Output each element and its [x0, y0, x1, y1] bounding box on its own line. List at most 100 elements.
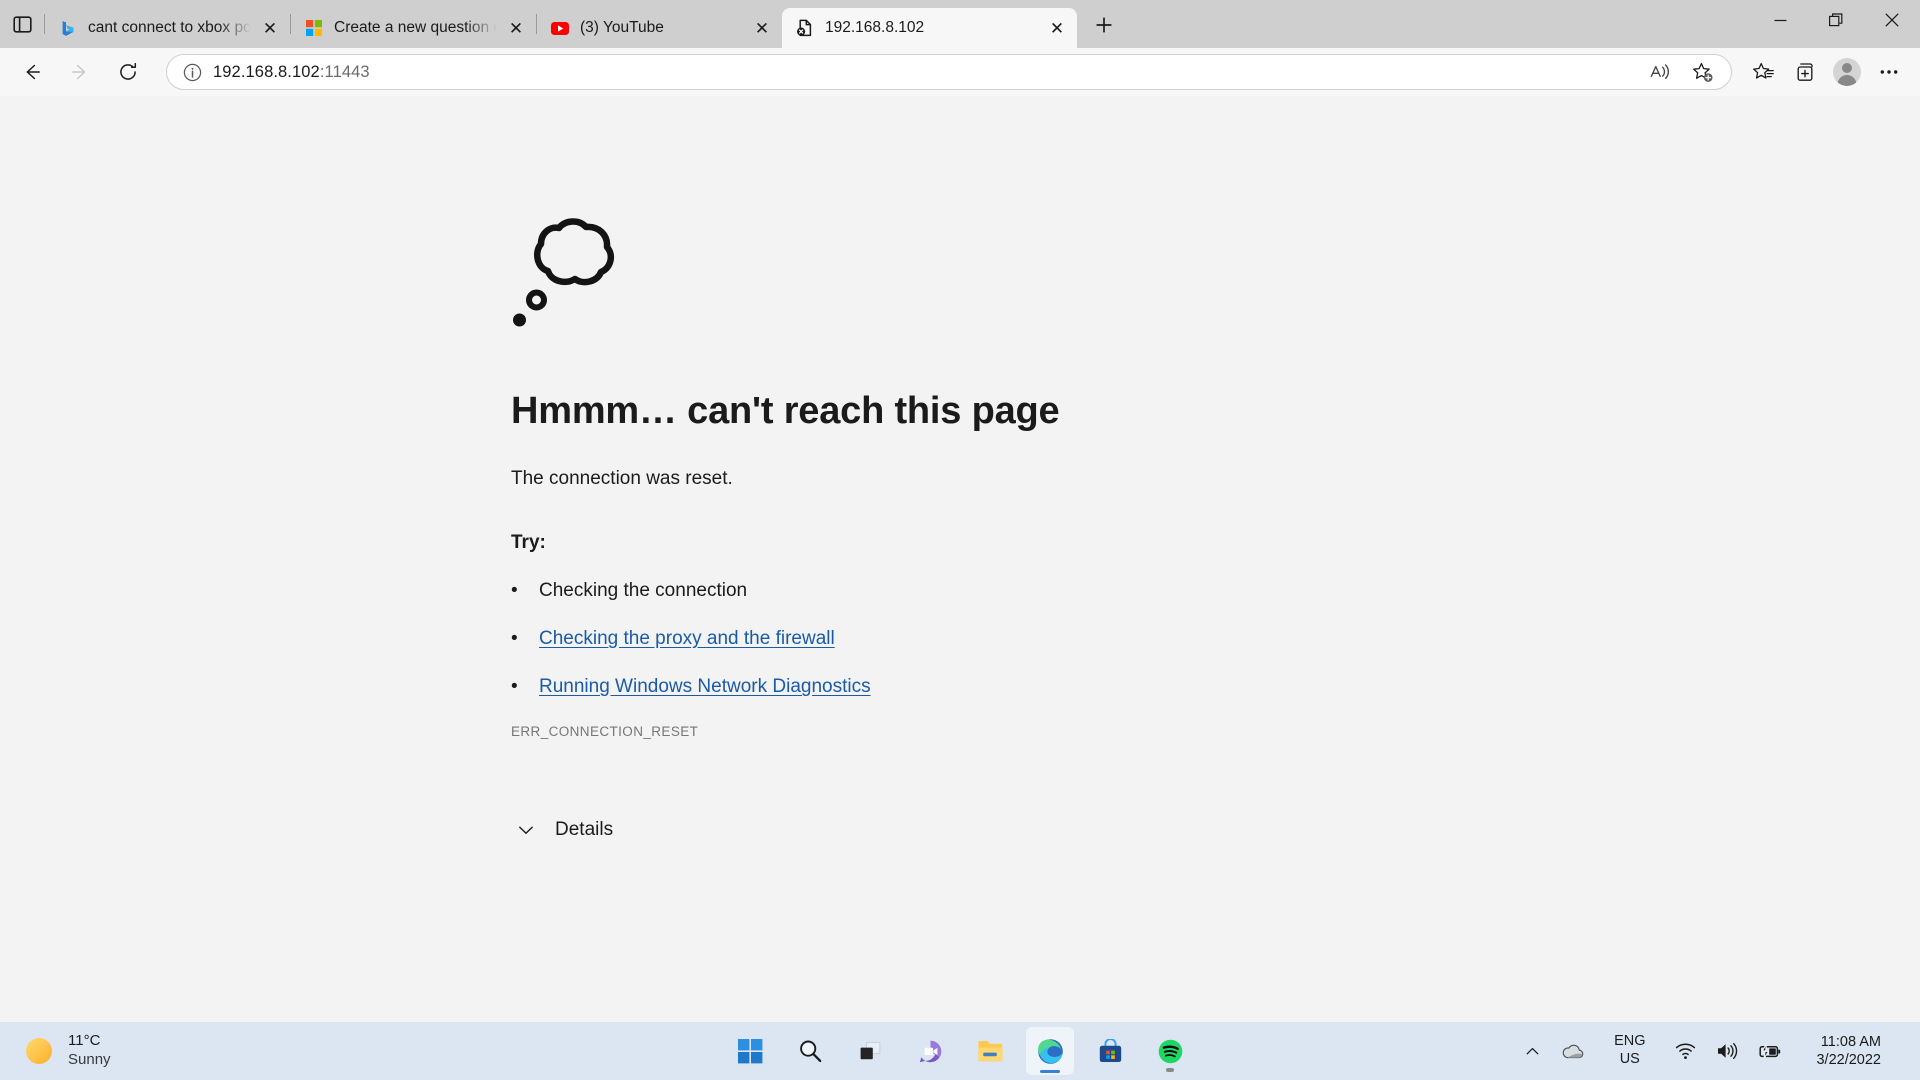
- language-button[interactable]: ENG US: [1595, 1027, 1664, 1075]
- taskbar-item-task-view[interactable]: [846, 1027, 894, 1075]
- taskbar-item-start[interactable]: [726, 1027, 774, 1075]
- restore-button[interactable]: [1808, 0, 1864, 40]
- proxy-firewall-link[interactable]: Checking the proxy and the firewall: [539, 628, 835, 650]
- cloud-icon: [1562, 1044, 1584, 1058]
- address-bar[interactable]: 192.168.8.102:11443: [166, 54, 1732, 90]
- volume-button[interactable]: [1707, 1027, 1747, 1075]
- weather-condition: Sunny: [68, 1051, 111, 1068]
- tab-microsoft-community[interactable]: Create a new question or start a ✕: [291, 8, 536, 48]
- collections-button[interactable]: [1787, 54, 1823, 90]
- try-label: Try:: [511, 532, 546, 553]
- sun-icon: [26, 1038, 52, 1064]
- tab-close-button[interactable]: ✕: [502, 14, 530, 42]
- error-page: Hmmm… can't reach this page The connecti…: [511, 208, 1411, 845]
- browser-window: cant connect to xbox portal conn ✕ Creat…: [0, 0, 1920, 1022]
- language-line-1: ENG: [1614, 1033, 1646, 1050]
- tab-title: (3) YouTube: [580, 19, 664, 36]
- taskbar-item-edge[interactable]: [1026, 1027, 1074, 1075]
- taskbar: 11°C Sunny ENG US 11:08 AM 3/22/2022: [0, 1022, 1920, 1080]
- collections-icon: [1797, 62, 1813, 81]
- system-tray: ENG US 11:08 AM 3/22/2022: [1515, 1027, 1920, 1075]
- store-icon: [1099, 1038, 1121, 1062]
- back-button[interactable]: [12, 52, 52, 92]
- taskbar-item-search[interactable]: [786, 1027, 834, 1075]
- tab-title: Create a new question or start a: [334, 19, 502, 36]
- tab-192-168-8-102[interactable]: 192.168.8.102 ✕: [782, 8, 1077, 48]
- bullet-icon: •: [511, 580, 518, 601]
- restore-icon: [1829, 13, 1843, 27]
- edge-icon: [1037, 1038, 1063, 1064]
- address-bar-actions: [1639, 54, 1723, 90]
- site-info-icon[interactable]: [177, 57, 207, 87]
- new-tab-button[interactable]: [1085, 6, 1123, 44]
- clock-button[interactable]: 11:08 AM 3/22/2022: [1793, 1027, 1898, 1075]
- tab-youtube[interactable]: (3) YouTube ✕: [537, 8, 782, 48]
- show-hidden-icons-button[interactable]: [1515, 1027, 1550, 1075]
- chevron-up-icon: [1526, 1047, 1539, 1054]
- arrow-left-icon: [26, 64, 40, 80]
- avatar-icon: [1833, 58, 1861, 86]
- search-icon: [799, 1040, 821, 1062]
- add-favorite-button[interactable]: [1684, 54, 1720, 90]
- microsoft-icon: [305, 19, 323, 37]
- taskbar-item-microsoft-store[interactable]: [1086, 1027, 1134, 1075]
- tab-bing[interactable]: cant connect to xbox portal conn ✕: [45, 8, 290, 48]
- bullet-icon: •: [511, 676, 518, 697]
- suggestion-list: • Checking the connection • Checking the…: [511, 580, 1411, 698]
- onedrive-button[interactable]: [1552, 1027, 1593, 1075]
- taskbar-apps: [726, 1027, 1194, 1075]
- minimize-icon: [1774, 19, 1786, 21]
- ellipsis-icon: [1880, 70, 1898, 74]
- spotify-icon: [1158, 1039, 1182, 1063]
- network-button[interactable]: [1666, 1027, 1705, 1075]
- volume-icon: [1718, 1043, 1738, 1059]
- page-content: Hmmm… can't reach this page The connecti…: [0, 96, 1920, 1022]
- tab-title: cant connect to xbox portal conn: [88, 19, 256, 36]
- battery-charging-icon: [1759, 1043, 1781, 1059]
- refresh-button[interactable]: [108, 52, 148, 92]
- bullet-icon: •: [511, 628, 518, 649]
- network-diagnostics-link[interactable]: Running Windows Network Diagnostics: [539, 676, 871, 698]
- url-host: 192.168.8.102: [213, 62, 320, 81]
- tab-search-icon: [12, 15, 32, 33]
- read-aloud-button[interactable]: [1642, 54, 1678, 90]
- profile-button[interactable]: [1829, 54, 1865, 90]
- weather-text: 11°C Sunny: [68, 1032, 111, 1070]
- weather-temperature: 11°C: [68, 1032, 101, 1050]
- language-indicator: ENG US: [1604, 1033, 1655, 1068]
- error-code: ERR_CONNECTION_RESET: [511, 724, 699, 739]
- thought-bubble-icon: [513, 218, 615, 327]
- settings-and-more-button[interactable]: [1871, 54, 1907, 90]
- tab-title: 192.168.8.102: [825, 19, 925, 36]
- chat-icon: [919, 1040, 941, 1062]
- taskbar-item-file-explorer[interactable]: [966, 1027, 1014, 1075]
- tab-close-button[interactable]: ✕: [748, 14, 776, 42]
- page-error-icon: [796, 19, 814, 37]
- list-item: • Checking the proxy and the firewall: [511, 628, 1411, 650]
- tab-strip: cant connect to xbox portal conn ✕ Creat…: [0, 0, 1920, 48]
- close-button[interactable]: [1864, 0, 1920, 40]
- plus-icon: [1096, 17, 1112, 33]
- window-controls: [1752, 0, 1920, 48]
- details-toggle[interactable]: Details: [511, 815, 1411, 845]
- taskbar-item-spotify[interactable]: [1146, 1027, 1194, 1075]
- clock: 11:08 AM 3/22/2022: [1802, 1033, 1889, 1069]
- clock-date: 3/22/2022: [1816, 1052, 1881, 1068]
- minimize-button[interactable]: [1752, 0, 1808, 40]
- bing-icon: [59, 19, 77, 37]
- youtube-icon: [551, 19, 569, 37]
- forward-button[interactable]: [60, 52, 100, 92]
- tab-search-button[interactable]: [0, 0, 44, 48]
- details-label: Details: [555, 819, 614, 840]
- windows-icon: [737, 1038, 762, 1063]
- tab-close-button[interactable]: ✕: [256, 14, 284, 42]
- favorites-button[interactable]: [1745, 54, 1781, 90]
- list-item: • Checking the connection: [511, 580, 1411, 602]
- weather-widget[interactable]: 11°C Sunny: [0, 1032, 111, 1070]
- tab-close-button[interactable]: ✕: [1043, 14, 1071, 42]
- wifi-icon: [1676, 1043, 1696, 1059]
- read-aloud-icon: [1650, 64, 1669, 80]
- battery-button[interactable]: [1749, 1027, 1791, 1075]
- tab-list: cant connect to xbox portal conn ✕ Creat…: [45, 0, 1077, 48]
- taskbar-item-chat[interactable]: [906, 1027, 954, 1075]
